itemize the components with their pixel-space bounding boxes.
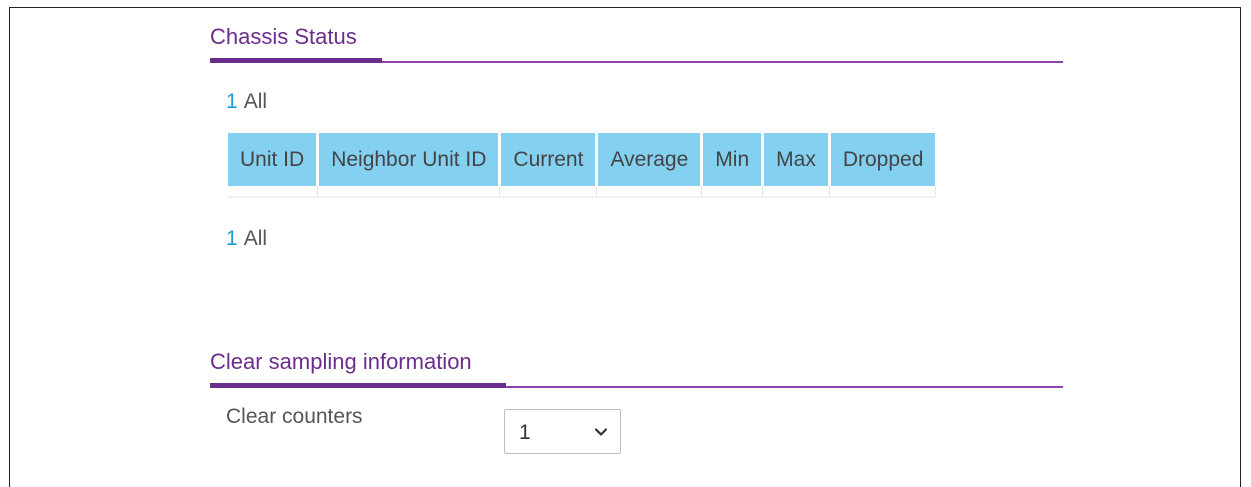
pager-bottom-all[interactable]: All (244, 227, 267, 250)
chassis-status-table: Unit ID Neighbor Unit ID Current Average… (228, 133, 936, 198)
chassis-status-underline (210, 58, 382, 63)
column-header-min[interactable]: Min (701, 133, 765, 186)
table-empty-row (228, 186, 936, 198)
column-header-neighbor-unit-id[interactable]: Neighbor Unit ID (317, 133, 502, 186)
pager-top-page-1[interactable]: 1 (226, 90, 238, 113)
column-header-current[interactable]: Current (499, 133, 599, 186)
page-frame (9, 7, 1241, 487)
pager-top: 1 All (226, 90, 267, 114)
clear-sampling-title: Clear sampling information (210, 349, 472, 374)
clear-counters-value: 1 (519, 421, 531, 444)
clear-counters-label: Clear counters (226, 405, 363, 428)
clear-counters-select[interactable]: 1 (504, 409, 621, 454)
column-header-dropped[interactable]: Dropped (829, 133, 936, 186)
chevron-down-icon (594, 428, 608, 436)
column-header-max[interactable]: Max (762, 133, 831, 186)
chassis-status-title: Chassis Status (210, 24, 357, 49)
pager-bottom-page-1[interactable]: 1 (226, 227, 238, 250)
pager-top-all[interactable]: All (244, 90, 267, 113)
table-header-row: Unit ID Neighbor Unit ID Current Average… (228, 133, 936, 186)
column-header-average[interactable]: Average (596, 133, 704, 186)
pager-bottom: 1 All (226, 227, 267, 251)
column-header-unit-id[interactable]: Unit ID (228, 133, 320, 186)
clear-sampling-underline (210, 383, 506, 388)
